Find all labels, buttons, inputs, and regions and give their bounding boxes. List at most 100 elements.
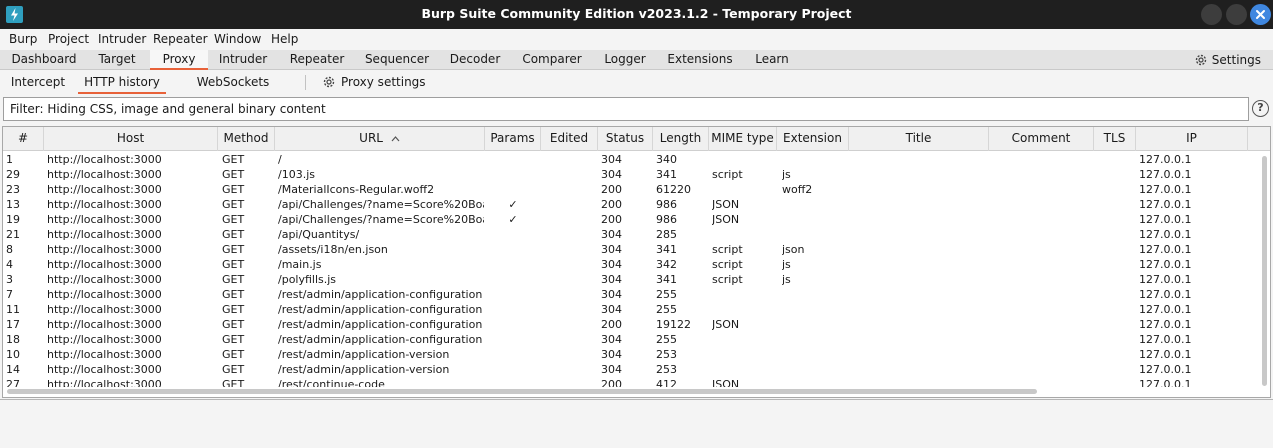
vertical-scrollbar[interactable] bbox=[1262, 156, 1267, 386]
cell-mime bbox=[712, 287, 777, 302]
close-icon[interactable] bbox=[1250, 4, 1271, 25]
cell-ip: 127.0.0.1 bbox=[1139, 153, 1192, 166]
column-header-extension[interactable]: Extension bbox=[777, 127, 849, 151]
menu-window[interactable]: Window bbox=[214, 32, 261, 46]
table-body: 1 http://localhost:3000 GET / 304 340 127.0.0.… bbox=[3, 152, 1248, 387]
column-header-comment[interactable]: Comment bbox=[989, 127, 1094, 151]
cell-mime bbox=[712, 347, 777, 362]
column-header-tls[interactable]: TLS bbox=[1094, 127, 1136, 151]
column-header-method[interactable]: Method bbox=[218, 127, 275, 151]
cell-num: 10 bbox=[6, 348, 20, 361]
table-row[interactable]: 10 http://localhost:3000 GET/rest/admin/ap… bbox=[3, 347, 1248, 362]
column-header-ip[interactable]: IP bbox=[1136, 127, 1248, 151]
cell-length: 341 bbox=[656, 168, 677, 181]
table-row[interactable]: 8 http://localhost:3000 GET/assets/i18n/en… bbox=[3, 242, 1248, 257]
cell-url: /rest/admin/application-configuration bbox=[278, 303, 483, 316]
table-row[interactable]: 27 http://localhost:3000 GET/rest/continue… bbox=[3, 377, 1248, 387]
cell-title bbox=[852, 347, 989, 362]
cell-host: http://localhost:3000 bbox=[47, 348, 162, 361]
cell-comment bbox=[992, 257, 1094, 272]
proxy-settings-button[interactable]: Proxy settings bbox=[322, 71, 426, 94]
cell-url: /rest/admin/application-version bbox=[278, 348, 450, 361]
cell-params bbox=[485, 272, 541, 287]
cell-length: 253 bbox=[656, 363, 677, 376]
table-row[interactable]: 11 http://localhost:3000 GET/rest/admin/ap… bbox=[3, 302, 1248, 317]
cell-edited bbox=[544, 257, 598, 272]
tab-target[interactable]: Target bbox=[88, 50, 146, 70]
tab-repeater[interactable]: Repeater bbox=[284, 50, 350, 70]
help-icon[interactable]: ? bbox=[1252, 100, 1269, 117]
tab-logger[interactable]: Logger bbox=[599, 50, 651, 70]
cell-length: 986 bbox=[656, 213, 677, 226]
cell-ip: 127.0.0.1 bbox=[1139, 228, 1192, 241]
tab-dashboard[interactable]: Dashboard bbox=[5, 50, 83, 70]
cell-url: /103.js bbox=[278, 168, 315, 181]
tab-extensions[interactable]: Extensions bbox=[665, 50, 735, 70]
cell-tls bbox=[1097, 242, 1136, 257]
cell-comment bbox=[992, 317, 1094, 332]
column-header-title[interactable]: Title bbox=[849, 127, 989, 151]
filter-bar[interactable]: Filter: Hiding CSS, image and general bi… bbox=[3, 97, 1249, 121]
cell-status: 304 bbox=[601, 258, 622, 271]
menu-burp[interactable]: Burp bbox=[9, 32, 37, 46]
tab-proxy[interactable]: Proxy bbox=[150, 50, 208, 70]
table-row[interactable]: 17 http://localhost:3000 GET/rest/admin/ap… bbox=[3, 317, 1248, 332]
subtab-intercept[interactable]: Intercept bbox=[8, 71, 68, 94]
cell-ext bbox=[782, 347, 849, 362]
column-header-number[interactable]: # bbox=[3, 127, 44, 151]
cell-mime: JSON bbox=[712, 318, 740, 331]
column-header-edited[interactable]: Edited bbox=[541, 127, 598, 151]
column-header-host[interactable]: Host bbox=[44, 127, 218, 151]
table-row[interactable]: 23 http://localhost:3000 GET/MaterialIcons… bbox=[3, 182, 1248, 197]
table-row[interactable]: 21 http://localhost:3000 GET/api/Quantitys… bbox=[3, 227, 1248, 242]
table-row[interactable]: 13 http://localhost:3000 GET/api/Challenge… bbox=[3, 197, 1248, 212]
cell-params bbox=[485, 242, 541, 257]
cell-url: /rest/admin/application-configuration bbox=[278, 333, 483, 346]
table-row[interactable]: 18 http://localhost:3000 GET/rest/admin/ap… bbox=[3, 332, 1248, 347]
tab-learn[interactable]: Learn bbox=[748, 50, 796, 70]
cell-params bbox=[485, 332, 541, 347]
cell-mime: JSON bbox=[712, 213, 740, 226]
cell-length: 412 bbox=[656, 378, 677, 387]
subtab-websockets-history[interactable]: WebSockets history bbox=[178, 71, 288, 111]
column-header-status[interactable]: Status bbox=[598, 127, 653, 151]
table-row[interactable]: 14 http://localhost:3000 GET/rest/admin/ap… bbox=[3, 362, 1248, 377]
cell-edited bbox=[544, 347, 598, 362]
column-header-mime-type[interactable]: MIME type bbox=[709, 127, 777, 151]
table-row[interactable]: 1 http://localhost:3000 GET / 304 340 127.0.0.… bbox=[3, 152, 1248, 167]
cell-edited bbox=[544, 272, 598, 287]
tab-intruder[interactable]: Intruder bbox=[212, 50, 274, 70]
cell-mime bbox=[712, 182, 777, 197]
cell-edited bbox=[544, 167, 598, 182]
menu-intruder[interactable]: Intruder bbox=[98, 32, 146, 46]
menu-repeater[interactable]: Repeater bbox=[153, 32, 208, 46]
table-row[interactable]: 4 http://localhost:3000 GET/main.js 304 342 s… bbox=[3, 257, 1248, 272]
column-header-url[interactable]: URL bbox=[275, 127, 485, 151]
cell-host: http://localhost:3000 bbox=[47, 363, 162, 376]
cell-comment bbox=[992, 377, 1094, 387]
cell-edited bbox=[544, 227, 598, 242]
table-row[interactable]: 29 http://localhost:3000 GET/103.js 304 341 s… bbox=[3, 167, 1248, 182]
horizontal-scrollbar[interactable] bbox=[7, 389, 1037, 394]
maximize-icon[interactable] bbox=[1226, 4, 1247, 25]
cell-method: GET bbox=[222, 258, 245, 271]
settings-button[interactable]: Settings bbox=[1194, 52, 1261, 68]
cell-mime: script bbox=[712, 258, 743, 271]
tab-comparer[interactable]: Comparer bbox=[518, 50, 586, 70]
column-header-params[interactable]: Params bbox=[485, 127, 541, 151]
cell-ext: woff2 bbox=[782, 183, 813, 196]
table-row[interactable]: 7 http://localhost:3000 GET/rest/admin/app… bbox=[3, 287, 1248, 302]
cell-tls bbox=[1097, 227, 1136, 242]
table-row[interactable]: 3 http://localhost:3000 GET/polyfills.js 30… bbox=[3, 272, 1248, 287]
tab-sequencer[interactable]: Sequencer bbox=[362, 50, 432, 70]
menu-project[interactable]: Project bbox=[48, 32, 89, 46]
minimize-icon[interactable] bbox=[1201, 4, 1222, 25]
cell-mime: JSON bbox=[712, 198, 740, 211]
cell-length: 255 bbox=[656, 288, 677, 301]
tab-decoder[interactable]: Decoder bbox=[445, 50, 505, 70]
subtab-http-history[interactable]: HTTP history bbox=[78, 71, 166, 94]
menu-help[interactable]: Help bbox=[271, 32, 298, 46]
cell-edited bbox=[544, 242, 598, 257]
column-header-length[interactable]: Length bbox=[653, 127, 709, 151]
table-row[interactable]: 19 http://localhost:3000 GET/api/Challenge… bbox=[3, 212, 1248, 227]
